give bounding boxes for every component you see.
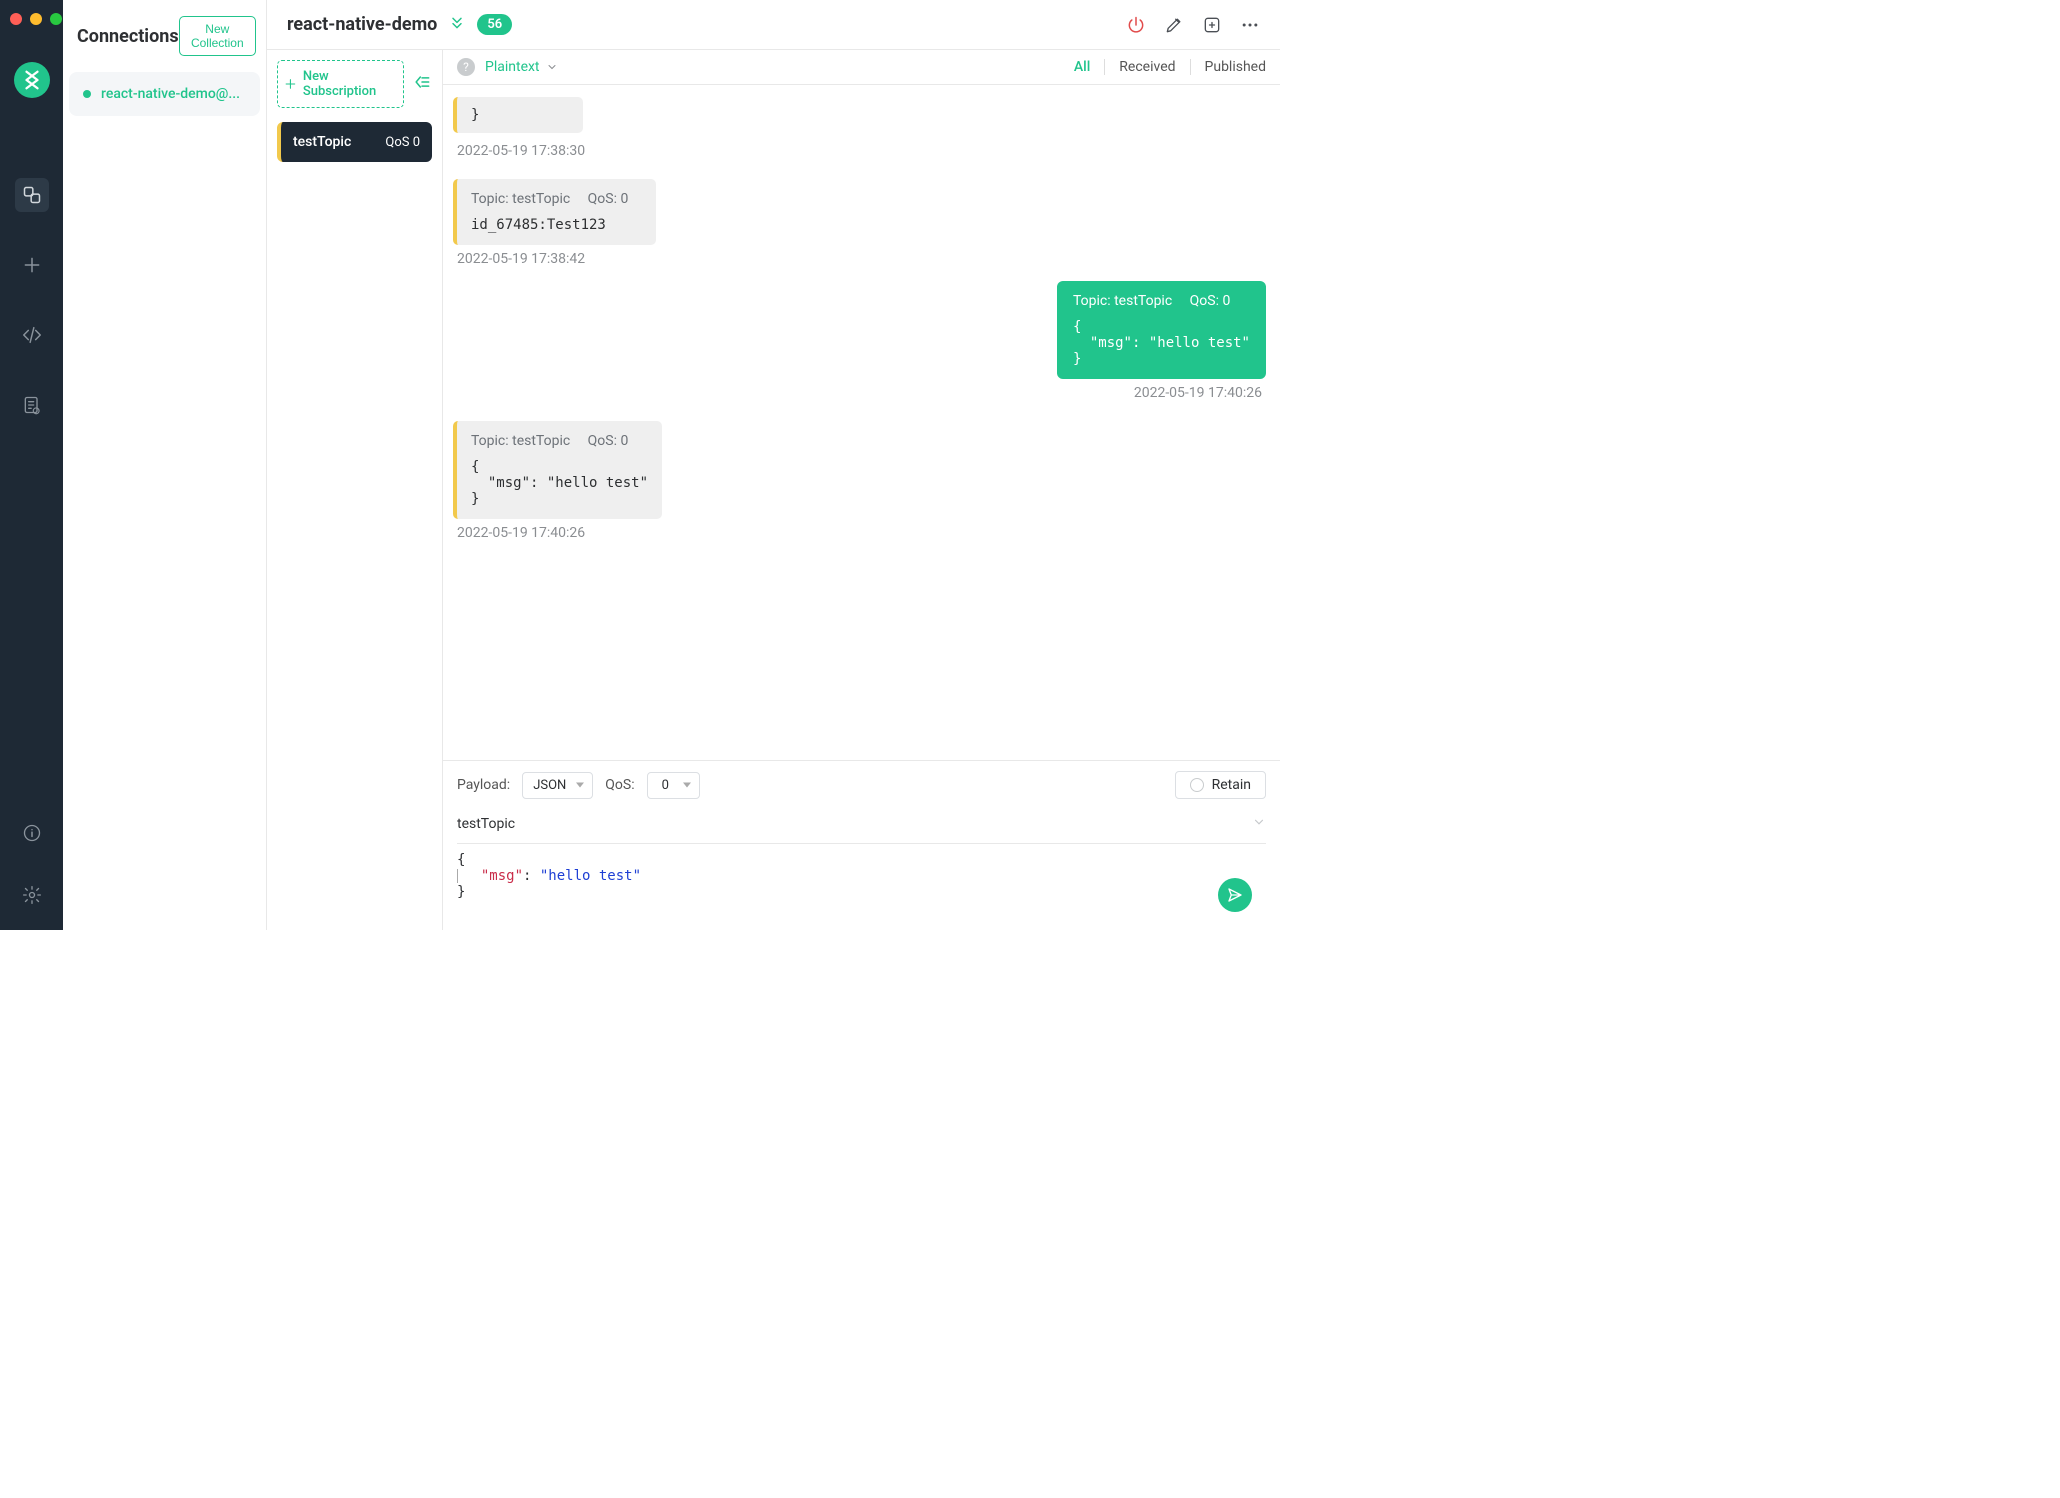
nav-connections-icon[interactable] — [15, 178, 49, 212]
connections-panel: Connections New Collection react-native-… — [63, 0, 267, 930]
app-logo — [14, 62, 50, 98]
edit-button[interactable] — [1164, 15, 1184, 35]
message-body: id_67485:Test123 — [471, 217, 642, 233]
chevron-down-icon — [1252, 815, 1266, 833]
status-dot-icon — [83, 90, 91, 98]
more-menu-button[interactable] — [1240, 15, 1260, 35]
help-icon[interactable]: ? — [457, 58, 475, 76]
window-controls — [10, 13, 62, 25]
messages-toolbar: ? Plaintext All Received Published — [443, 50, 1280, 85]
maximize-window-button[interactable] — [50, 13, 62, 25]
message-timestamp: 2022-05-19 17:38:42 — [457, 251, 1266, 267]
format-select[interactable]: Plaintext — [485, 59, 558, 75]
filter-all[interactable]: All — [1074, 59, 1090, 75]
radio-icon — [1190, 778, 1204, 792]
message-topic: Topic: testTopic — [471, 433, 570, 449]
message-qos: QoS: 0 — [588, 191, 629, 207]
message-received: Topic: testTopic QoS: 0 { "msg": "hello … — [453, 415, 1266, 519]
close-window-button[interactable] — [10, 13, 22, 25]
message-qos: QoS: 0 — [588, 433, 629, 449]
message-topic: Topic: testTopic — [471, 191, 570, 207]
divider — [1190, 59, 1191, 75]
nav-settings-icon[interactable] — [15, 878, 49, 912]
subscription-item[interactable]: testTopic QoS 0 — [277, 122, 432, 162]
connections-title: Connections — [77, 26, 179, 47]
nav-add-icon[interactable] — [15, 248, 49, 282]
expand-chevron-icon[interactable] — [449, 15, 465, 35]
new-window-button[interactable] — [1202, 15, 1222, 35]
message-body: } — [453, 97, 583, 133]
messages-column: ? Plaintext All Received Published — [443, 50, 1280, 930]
main-area: react-native-demo 56 — [267, 0, 1280, 930]
qos-label: QoS: — [605, 777, 634, 793]
connection-item[interactable]: react-native-demo@... — [69, 72, 260, 116]
message-received: Topic: testTopic QoS: 0 id_67485:Test123 — [453, 173, 1266, 245]
payload-label: Payload: — [457, 777, 510, 793]
subscription-name: testTopic — [293, 134, 351, 150]
message-topic: Topic: testTopic — [1073, 293, 1172, 309]
collapse-subscriptions-icon[interactable] — [412, 72, 432, 96]
format-value: Plaintext — [485, 59, 540, 75]
retain-toggle[interactable]: Retain — [1175, 771, 1266, 799]
nav-scripts-icon[interactable] — [15, 318, 49, 352]
filter-published[interactable]: Published — [1205, 59, 1266, 75]
disconnect-button[interactable] — [1126, 15, 1146, 35]
message-count-badge: 56 — [477, 14, 512, 35]
nav-info-icon[interactable] — [15, 816, 49, 850]
send-button[interactable] — [1218, 878, 1252, 912]
qos-select[interactable]: 0 — [647, 772, 700, 799]
message-timestamp: 2022-05-19 17:38:30 — [457, 143, 1266, 159]
message-body: { "msg": "hello test" } — [1073, 319, 1250, 367]
message-timestamp: 2022-05-19 17:40:26 — [453, 385, 1262, 401]
main-header: react-native-demo 56 — [267, 0, 1280, 50]
message-published: Topic: testTopic QoS: 0 { "msg": "hello … — [453, 281, 1266, 379]
message-qos: QoS: 0 — [1190, 293, 1231, 309]
subscription-qos: QoS 0 — [385, 135, 420, 150]
new-subscription-label: New Subscription — [303, 69, 397, 99]
message-received: } — [453, 93, 1266, 137]
topic-input[interactable]: testTopic — [457, 807, 1266, 844]
payload-editor[interactable]: { "msg": "hello test" } — [457, 844, 1266, 922]
message-timestamp: 2022-05-19 17:40:26 — [457, 525, 1266, 541]
connection-name: react-native-demo@... — [101, 86, 240, 102]
subscriptions-column: New Subscription testTopic QoS 0 — [267, 50, 443, 930]
retain-label: Retain — [1212, 777, 1251, 793]
sidebar — [0, 0, 63, 930]
payload-select[interactable]: JSON — [522, 772, 593, 799]
publish-bar: Payload: JSON QoS: 0 Retain testTopic — [443, 760, 1280, 930]
nav-log-icon[interactable] — [15, 388, 49, 422]
divider — [1104, 59, 1105, 75]
messages-list[interactable]: } 2022-05-19 17:38:30 Topic: testTopic Q… — [443, 85, 1280, 760]
new-subscription-button[interactable]: New Subscription — [277, 60, 404, 108]
minimize-window-button[interactable] — [30, 13, 42, 25]
filter-received[interactable]: Received — [1119, 59, 1175, 75]
message-body: { "msg": "hello test" } — [471, 459, 648, 507]
new-collection-button[interactable]: New Collection — [179, 16, 256, 56]
connection-title: react-native-demo — [287, 14, 437, 35]
